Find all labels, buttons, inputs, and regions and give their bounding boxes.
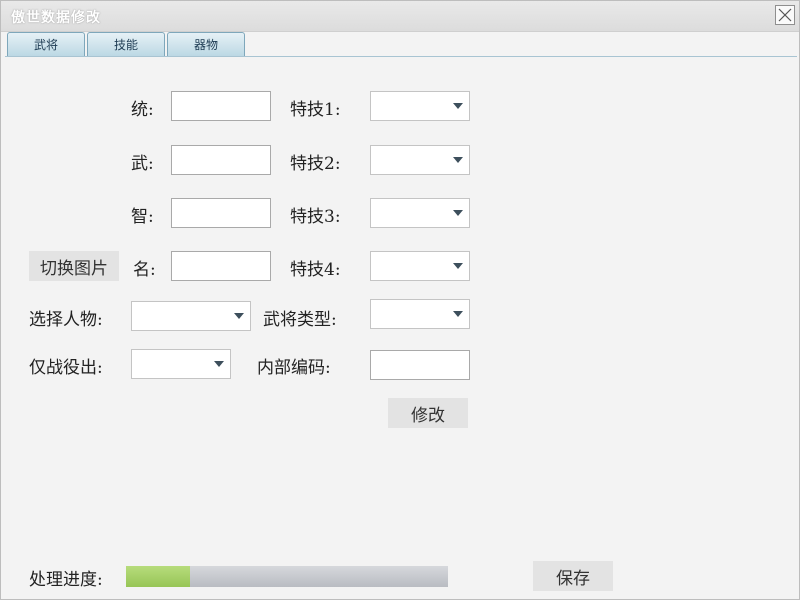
internal-code-input[interactable] (370, 350, 470, 380)
chevron-down-icon (453, 103, 463, 109)
tab-items[interactable]: 器物 (167, 32, 245, 56)
window-title: 傲世数据修改 (11, 10, 101, 26)
close-button[interactable] (775, 5, 795, 25)
skill3-label: 特技3: (290, 207, 341, 227)
tong-label: 统: (131, 100, 154, 120)
progress-fill (126, 566, 191, 587)
general-type-select[interactable] (370, 299, 470, 329)
skill2-label: 特技2: (290, 154, 341, 174)
tab-generals[interactable]: 武将 (7, 32, 85, 56)
progress-bar (126, 566, 448, 587)
general-type-label: 武将类型: (263, 310, 337, 330)
close-icon (778, 8, 792, 22)
zhi-input[interactable] (171, 198, 271, 228)
skill2-select[interactable] (370, 145, 470, 175)
tab-skills[interactable]: 技能 (87, 32, 165, 56)
chevron-down-icon (453, 263, 463, 269)
chevron-down-icon (234, 313, 244, 319)
select-person-label: 选择人物: (29, 310, 103, 330)
chevron-down-icon (214, 361, 224, 367)
zhi-label: 智: (131, 207, 154, 227)
internal-code-label: 内部编码: (257, 358, 331, 378)
skill1-label: 特技1: (290, 100, 341, 120)
wu-label: 武: (131, 154, 154, 174)
title-bar: 傲世数据修改 (1, 1, 799, 32)
chevron-down-icon (453, 157, 463, 163)
main-window: 傲世数据修改 武将 技能 器物 统: 特技1: 武: 特技2: 智: 特技3: … (0, 0, 800, 600)
ming-input[interactable] (171, 251, 271, 281)
select-person-select[interactable] (131, 301, 251, 331)
tab-divider (5, 56, 797, 57)
modify-button[interactable]: 修改 (388, 398, 468, 428)
tong-input[interactable] (171, 91, 271, 121)
progress-label: 处理进度: (29, 570, 103, 590)
chevron-down-icon (453, 210, 463, 216)
skill4-label: 特技4: (290, 260, 341, 280)
battle-only-select[interactable] (131, 349, 231, 379)
wu-input[interactable] (171, 145, 271, 175)
battle-only-label: 仅战役出: (29, 358, 103, 378)
ming-label: 名: (133, 260, 156, 280)
chevron-down-icon (453, 311, 463, 317)
skill3-select[interactable] (370, 198, 470, 228)
skill1-select[interactable] (370, 91, 470, 121)
switch-image-button[interactable]: 切换图片 (29, 251, 119, 281)
skill4-select[interactable] (370, 251, 470, 281)
save-button[interactable]: 保存 (533, 561, 613, 591)
